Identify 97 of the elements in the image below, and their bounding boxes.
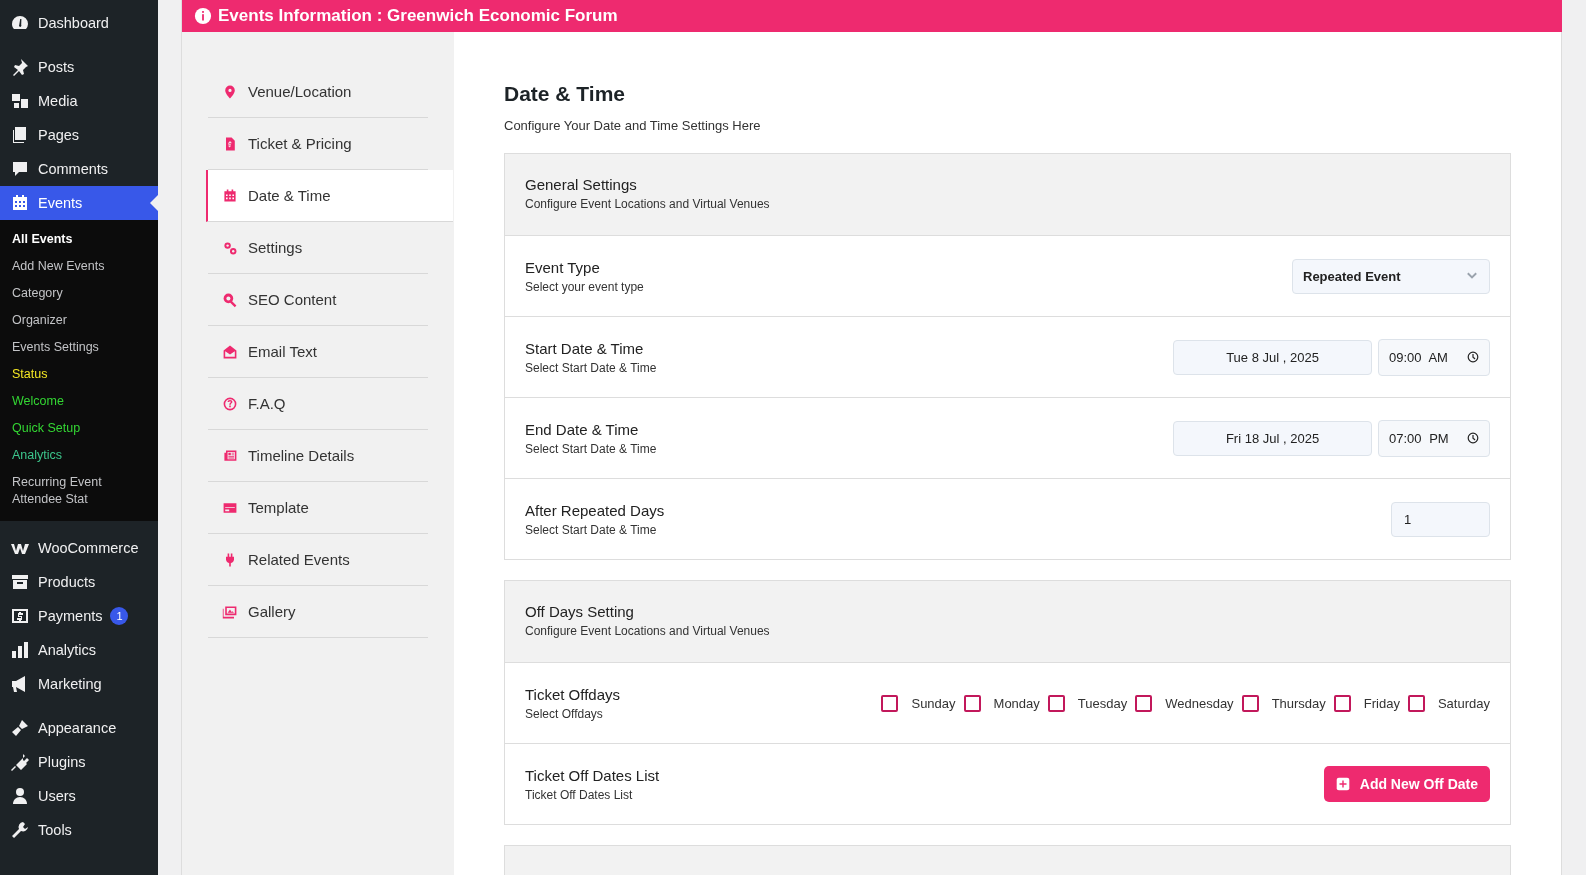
bar-chart-icon (10, 640, 30, 660)
checkbox-label: Friday (1363, 695, 1400, 711)
admin-menu-item[interactable]: Users (0, 779, 158, 813)
checkbox[interactable] (963, 694, 981, 712)
setting-label: Ticket Off Dates List (525, 766, 660, 784)
checkbox-label: Sunday (911, 695, 956, 711)
admin-menu-item[interactable]: Events (0, 186, 158, 220)
admin-submenu-item[interactable]: Events Settings (0, 334, 144, 361)
admin-menu-item[interactable]: Payments 1 (0, 599, 158, 633)
section-title: Date & Time (504, 82, 626, 106)
setting-label: Start Date & Time (525, 339, 645, 357)
info-icon (194, 7, 212, 25)
plus-square-icon (1335, 777, 1350, 791)
setting-label: End Date & Time (525, 420, 640, 438)
setting-label: After Repeated Days (525, 501, 665, 519)
setting-hint: Select your event type (525, 279, 644, 294)
clock-icon (1467, 351, 1479, 363)
section-subtitle: Configure Your Date and Time Settings Here (504, 118, 762, 133)
tab[interactable]: Related Events (208, 534, 428, 586)
checkbox[interactable] (1047, 694, 1065, 712)
tab[interactable]: SEO Content (208, 274, 428, 326)
time-field[interactable]: 09:00 AM (1378, 338, 1490, 376)
checkbox[interactable] (1333, 694, 1351, 712)
checkbox[interactable] (881, 694, 899, 712)
add-off-date-button[interactable]: Add New Off Date (1323, 766, 1490, 802)
tab[interactable]: Template (208, 482, 428, 534)
group-title: Off Days Setting (525, 603, 635, 620)
checkbox-label: Monday (993, 695, 1040, 711)
admin-submenu-item[interactable]: Category (0, 280, 144, 307)
checkbox-label: Saturday (1437, 695, 1490, 711)
admin-menu-item[interactable]: WooCommerce (0, 531, 158, 565)
media-icon (10, 91, 30, 111)
calendar-icon (10, 193, 30, 213)
map-pin-icon (222, 83, 238, 100)
dollar-box-icon (10, 606, 30, 626)
admin-submenu-item[interactable]: Recurring Event Attendee Stat (0, 469, 144, 513)
admin-menu-item[interactable]: Comments (0, 152, 158, 186)
envelope-icon (222, 343, 238, 360)
count-badge: 1 (110, 607, 129, 625)
page-title: Events Information : Greenwich Economic Forum (218, 6, 618, 26)
tab[interactable]: Email Text (208, 326, 428, 378)
checkbox[interactable] (1241, 694, 1259, 712)
checkbox-label: Wednesday (1165, 695, 1234, 711)
setting-label: Ticket Offdays (525, 685, 621, 703)
checkbox[interactable] (1135, 694, 1153, 712)
setting-hint: Select Start Date & Time (525, 441, 657, 456)
admin-submenu-item[interactable]: Status (0, 361, 144, 388)
checkbox-label: Tuesday (1077, 695, 1128, 711)
admin-menu-item[interactable]: Posts (0, 50, 158, 84)
admin-menu-item[interactable]: Products (0, 565, 158, 599)
admin-submenu-item[interactable]: Analytics (0, 442, 144, 469)
checkbox-label: Thursday (1271, 695, 1326, 711)
checkbox[interactable] (1407, 694, 1425, 712)
tab[interactable]: Date & Time (206, 170, 453, 222)
admin-submenu-item[interactable]: Organizer (0, 307, 144, 334)
date-field[interactable]: Fri 18 Jul , 2025 (1173, 420, 1372, 456)
setting-hint: Ticket Off Dates List (525, 787, 634, 802)
setting-hint: Select Offdays (525, 706, 604, 721)
group-subtitle: Configure Event Locations and Virtual Venues (525, 197, 771, 211)
search-icon (222, 291, 238, 308)
gears-icon (222, 239, 238, 256)
group-subtitle: Configure Event Locations and Virtual Venues (525, 624, 771, 638)
tab[interactable]: F.A.Q (208, 378, 428, 430)
plug-icon (10, 752, 30, 772)
user-icon (10, 786, 30, 806)
admin-menu-item[interactable]: Plugins (0, 745, 158, 779)
images-icon (222, 603, 238, 620)
tab[interactable]: Gallery (208, 586, 428, 638)
admin-menu-item[interactable]: Marketing (0, 667, 158, 701)
setting-hint: Select Start Date & Time (525, 360, 657, 375)
tab[interactable]: Settings (208, 222, 428, 274)
event-type-dropdown[interactable]: Repeated Event (1292, 258, 1490, 294)
comment-icon (10, 159, 30, 179)
paintbrush-icon (10, 718, 30, 738)
admin-submenu-item[interactable]: Add New Events (0, 253, 144, 280)
number-field[interactable]: 1 (1391, 501, 1490, 537)
group-title: General Settings (525, 176, 638, 193)
setting-hint: Select Start Date & Time (525, 522, 658, 537)
admin-submenu-item[interactable]: Quick Setup (0, 415, 144, 442)
calendar-icon (222, 187, 238, 204)
admin-menu-item[interactable]: Appearance (0, 711, 158, 745)
admin-menu-item[interactable]: Analytics (0, 633, 158, 667)
clock-icon (1467, 432, 1479, 444)
wrench-icon (10, 820, 30, 840)
admin-menu-item[interactable]: Media (0, 84, 158, 118)
newspaper-icon (222, 447, 238, 464)
time-field[interactable]: 07:00 PM (1378, 419, 1490, 457)
admin-menu-item[interactable]: Dashboard (0, 6, 158, 40)
setting-label: Event Type (525, 258, 601, 276)
tab[interactable]: Venue/Location (208, 66, 428, 118)
archive-box-icon (10, 572, 30, 592)
admin-menu-item[interactable]: Pages (0, 118, 158, 152)
admin-menu-item[interactable]: Tools (0, 813, 158, 847)
date-field[interactable]: Tue 8 Jul , 2025 (1173, 339, 1372, 375)
tab[interactable]: Timeline Details (208, 430, 428, 482)
admin-submenu-item[interactable]: All Events (0, 226, 144, 253)
admin-submenu-item[interactable]: Welcome (0, 388, 144, 415)
